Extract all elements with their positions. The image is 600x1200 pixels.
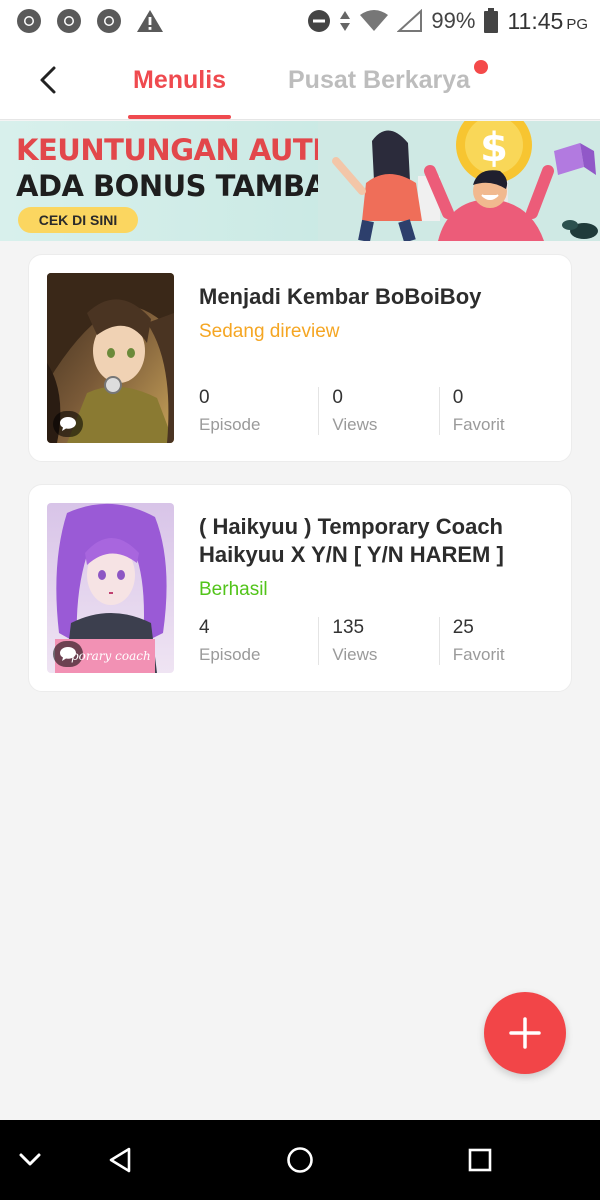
svg-text:$: $: [480, 125, 508, 171]
system-icons: 99% 11:45 PG: [307, 8, 588, 35]
stat-label: Episode: [199, 645, 261, 664]
stat-views: 135 Views: [318, 617, 438, 667]
work-stats: 0 Episode 0 Views 0 Favorit: [199, 387, 559, 437]
battery-icon: [484, 8, 499, 33]
add-work-button[interactable]: [484, 992, 566, 1074]
stat-value: 0: [199, 387, 210, 408]
stat-label: Views: [332, 645, 378, 664]
work-status: Sedang direview: [199, 321, 340, 342]
work-title: ( Haikyuu ) Temporary Coach Haikyuu X Y/…: [199, 514, 504, 567]
plus-icon: [509, 1017, 541, 1049]
warning-icon: [137, 10, 163, 32]
status-bar: 99% 11:45 PG: [0, 0, 600, 42]
stat-favorit: 0 Favorit: [438, 387, 559, 437]
active-tab-indicator: [128, 115, 231, 119]
home-circle-icon: [287, 1147, 313, 1173]
stat-label: Favorit: [452, 645, 505, 664]
work-title: Menjadi Kembar BoBoiBoy: [199, 284, 482, 309]
chevron-left-icon: [40, 66, 56, 94]
stat-episode: 0 Episode: [199, 387, 318, 437]
stat-value: 25: [452, 617, 474, 638]
stat-value: 0: [452, 387, 464, 408]
do-not-disturb-icon: [308, 10, 331, 32]
work-cover-image: porary coach: [47, 503, 174, 673]
chevron-down-icon: [19, 1153, 41, 1166]
system-navigation-bar: [0, 1120, 600, 1200]
banner-illustration: $: [318, 121, 600, 241]
stat-value: 0: [332, 387, 343, 408]
data-arrows-icon: [340, 11, 351, 31]
work-stats: 4 Episode 135 Views 25 Favorit: [199, 617, 559, 667]
nav-recents-button[interactable]: [460, 1142, 500, 1178]
notification-icons: [16, 8, 164, 34]
battery-percent: 99%: [431, 8, 476, 33]
nav-home-button[interactable]: [280, 1142, 320, 1178]
recents-square-icon: [468, 1148, 492, 1172]
back-triangle-icon: [109, 1147, 131, 1173]
banner-cta-button[interactable]: CEK DI SINI: [18, 207, 138, 233]
hide-nav-button[interactable]: [10, 1142, 50, 1178]
stat-value: 135: [332, 617, 365, 638]
clock-ampm: PG: [566, 15, 588, 33]
clock-time: 11:45: [507, 7, 564, 34]
nav-back-button[interactable]: [100, 1142, 140, 1178]
chrome-icon: [17, 9, 41, 33]
work-card[interactable]: porary coach ( Haikyuu ) Temporary Coach…: [28, 484, 572, 692]
cover-caption: porary coach: [71, 649, 151, 663]
signal-icon: [397, 9, 423, 32]
stat-label: Favorit: [452, 415, 505, 434]
top-app-bar: Menulis Pusat Berkarya: [0, 42, 600, 120]
notification-dot: [474, 60, 488, 74]
stat-label: Episode: [199, 415, 261, 434]
stat-label: Views: [332, 415, 378, 434]
work-cover-image: [47, 273, 174, 443]
stat-views: 0 Views: [318, 387, 438, 437]
stat-favorit: 25 Favorit: [438, 617, 559, 667]
chrome-icon: [97, 9, 121, 33]
wifi-icon: [360, 10, 389, 31]
work-status: Berhasil: [199, 579, 268, 600]
clock: 11:45 PG: [507, 8, 588, 35]
tab-pusat-berkarya[interactable]: Pusat Berkarya: [288, 66, 470, 95]
back-button[interactable]: [28, 60, 68, 100]
chrome-icon: [57, 9, 81, 33]
stat-episode: 4 Episode: [199, 617, 318, 667]
work-card[interactable]: Menjadi Kembar BoBoiBoy Sedang direview …: [28, 254, 572, 462]
comment-icon: [53, 411, 83, 437]
stat-value: 4: [199, 617, 210, 638]
promo-banner[interactable]: KEUNTUNGAN AUTHOR ADA BONUS TAMBAHAN! CE…: [0, 121, 600, 241]
tab-menulis[interactable]: Menulis: [133, 66, 226, 95]
